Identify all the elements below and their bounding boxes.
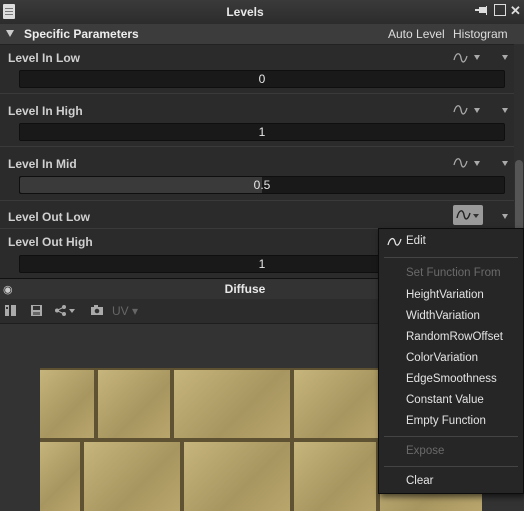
menu-item-edgesmoothness[interactable]: EdgeSmoothness — [406, 373, 497, 385]
restore-icon[interactable] — [494, 4, 506, 16]
auto-level-button[interactable]: Auto Level — [388, 27, 445, 41]
menu-item-randomrowoffset[interactable]: RandomRowOffset — [406, 331, 503, 343]
slider-value: 0 — [258, 72, 266, 86]
menu-item-widthvariation[interactable]: WidthVariation — [406, 310, 480, 322]
uv-dropdown[interactable]: UV ▾ — [112, 304, 138, 318]
collapse-triangle-icon[interactable] — [6, 30, 14, 37]
menu-item-heightvariation[interactable]: HeightVariation — [406, 289, 484, 301]
menu-item-constant-value[interactable]: Constant Value — [406, 394, 484, 406]
slider-level-in-low[interactable]: 0 — [19, 70, 505, 88]
uv-label: UV — [112, 304, 129, 318]
menu-separator — [384, 257, 518, 258]
section-label: Specific Parameters — [24, 27, 139, 41]
menu-item-expose: Expose — [406, 445, 445, 457]
menu-item-edit[interactable]: Edit — [406, 235, 426, 247]
divider — [0, 200, 514, 201]
channels-icon[interactable] — [4, 304, 18, 317]
function-icon[interactable] — [452, 103, 474, 117]
menu-item-clear[interactable]: Clear — [406, 475, 433, 487]
window-title: Levels — [226, 5, 264, 19]
close-icon[interactable]: ✕ — [510, 3, 521, 19]
histogram-button[interactable]: Histogram — [453, 27, 508, 41]
slider-value: 0.5 — [253, 178, 271, 192]
dropdown-arrow-icon[interactable] — [474, 161, 480, 166]
pin-icon[interactable] — [474, 5, 488, 18]
menu-heading-set-function-from: Set Function From — [406, 267, 501, 279]
function-icon[interactable] — [452, 51, 474, 65]
title-bar: Levels ✕ — [0, 0, 524, 25]
function-icon — [387, 235, 403, 252]
save-icon[interactable] — [30, 304, 44, 317]
menu-separator — [384, 436, 518, 437]
expand-arrow-icon[interactable] — [502, 108, 508, 113]
share-icon[interactable] — [54, 304, 75, 317]
function-context-menu: Edit Set Function From HeightVariation W… — [378, 228, 524, 494]
slider-level-in-mid[interactable]: 0.5 — [19, 176, 505, 194]
expand-arrow-icon[interactable] — [502, 214, 508, 219]
param-label-level-out-low: Level Out Low — [8, 210, 91, 224]
param-label-level-in-low: Level In Low — [8, 51, 81, 65]
specific-parameters-header[interactable]: Specific Parameters Auto Level Histogram — [0, 24, 524, 45]
slider-level-in-high[interactable]: 1 — [19, 123, 505, 141]
divider — [0, 93, 514, 94]
camera-icon[interactable] — [90, 304, 104, 317]
menu-separator — [384, 466, 518, 467]
function-button-active[interactable] — [453, 205, 483, 225]
expand-arrow-icon[interactable] — [502, 55, 508, 60]
slider-value: 1 — [258, 125, 266, 139]
function-icon[interactable] — [452, 156, 474, 170]
dropdown-arrow-icon[interactable] — [474, 55, 480, 60]
expand-arrow-icon[interactable] — [502, 161, 508, 166]
param-label-level-out-high: Level Out High — [8, 235, 93, 249]
menu-item-empty-function[interactable]: Empty Function — [406, 415, 486, 427]
param-label-level-in-mid: Level In Mid — [8, 157, 77, 171]
menu-item-colorvariation[interactable]: ColorVariation — [406, 352, 478, 364]
divider — [0, 146, 514, 147]
param-label-level-in-high: Level In High — [8, 104, 83, 118]
dropdown-arrow-icon[interactable] — [474, 108, 480, 113]
